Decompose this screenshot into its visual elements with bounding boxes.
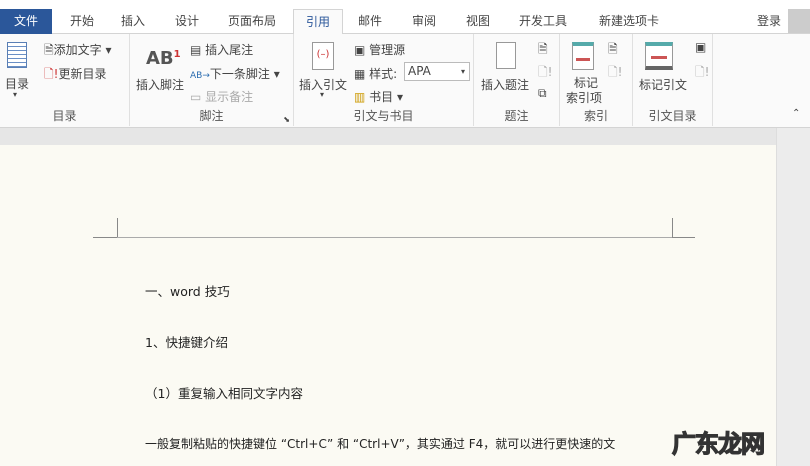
margin-mark (93, 237, 117, 238)
update-index-icon[interactable]: 🗋! (608, 63, 622, 84)
tab-review[interactable]: 审阅 (404, 9, 444, 34)
group-label-citation: 引文与书目 (353, 109, 414, 123)
doc-paragraph: 一般复制粘贴的快捷键位 “Ctrl+C” 和 “Ctrl+V”，其实通过 F4，… (145, 437, 616, 451)
show-notes-icon: ▭ (190, 90, 206, 104)
insert-toa-icon[interactable]: ▣ (695, 40, 706, 54)
tab-references[interactable]: 引用 (293, 9, 343, 35)
add-text-icon: 🗎 (44, 43, 54, 57)
style-select[interactable]: APA ▾ (404, 62, 470, 81)
next-footnote-icon: AB→ (190, 71, 210, 81)
group-label-footnote: 脚注 (199, 109, 224, 123)
show-notes-button[interactable]: ▭ 显示备注 (190, 88, 253, 105)
update-toc-button[interactable]: 🗋!更新目录 (44, 65, 106, 86)
group-toc: 目录 ▾ 🗎添加文字 ▾ 🗋!更新目录 目录 (0, 34, 130, 126)
title-bar (0, 0, 810, 9)
chevron-down-icon: ▾ (460, 67, 465, 76)
group-index: 标记 索引项 🗎 🗋! 索引 (560, 34, 633, 126)
mark-entry-button-line2[interactable]: 索引项 (566, 89, 602, 106)
collapse-ribbon-icon[interactable]: ⌃ (792, 108, 800, 119)
footnote-icon: AB1 (146, 48, 181, 69)
mark-entry-icon (572, 42, 594, 70)
ribbon-tabs: 文件 开始 插入 设计 页面布局 引用 邮件 审阅 视图 开发工具 新建选项卡 … (0, 9, 810, 35)
add-text-label: 添加文字 (53, 43, 102, 57)
manage-sources-icon: ▣ (354, 43, 370, 57)
margin-mark (672, 218, 673, 238)
next-footnote-button[interactable]: AB→下一条脚注 ▾ (190, 65, 280, 82)
update-label: 更新目录 (58, 67, 107, 81)
doc-heading: 一、word 技巧 (145, 284, 230, 299)
avatar[interactable] (788, 9, 810, 33)
mark-citation-icon (645, 42, 673, 70)
watermark-logo: 广东龙网 (671, 429, 765, 458)
tab-layout[interactable]: 页面布局 (218, 9, 286, 34)
tab-new[interactable]: 新建选项卡 (590, 9, 668, 34)
cross-reference-icon[interactable]: ⧉ (538, 86, 547, 101)
chevron-down-icon: ▾ (13, 90, 18, 99)
insert-citation-icon: (–) (312, 42, 334, 70)
tab-mailings[interactable]: 邮件 (348, 9, 392, 34)
tab-design[interactable]: 设计 (162, 9, 212, 34)
login-link[interactable]: 登录 (752, 9, 786, 34)
margin-mark (117, 218, 118, 238)
tab-home[interactable]: 开始 (58, 9, 106, 34)
document-page[interactable]: 一、word 技巧 1、快捷键介绍 （1）重复输入相同文字内容 一般复制粘贴的快… (0, 145, 776, 466)
group-toa: 标记引文 ▣ 🗋! 引文目录 (633, 34, 713, 126)
group-label-caption: 题注 (504, 109, 529, 123)
group-citation: (–) 插入引文 ▾ ▣ 管理源 ▦ 样式: APA ▾ ▥ 书目 ▾ 引文与书目 (294, 34, 474, 126)
endnote-icon: ▤ (190, 43, 206, 57)
margin-mark (672, 237, 695, 238)
header-line (117, 237, 672, 238)
insert-index-icon[interactable]: 🗎 (608, 40, 618, 61)
doc-subheading-2: （1）重复输入相同文字内容 (145, 386, 303, 401)
scrollbar[interactable] (776, 128, 810, 466)
tab-insert[interactable]: 插入 (110, 9, 156, 34)
update-table-icon[interactable]: 🗋! (538, 63, 552, 84)
insert-caption-button[interactable]: 插入题注 (481, 76, 529, 93)
update-icon: 🗋! (44, 67, 59, 81)
manage-sources-button[interactable]: ▣ 管理源 (354, 41, 405, 58)
ribbon: 目录 ▾ 🗎添加文字 ▾ 🗋!更新目录 目录 AB1 插入脚注 ▤ 插入尾注 A… (0, 34, 810, 128)
style-value: APA (408, 64, 431, 78)
style-label: ▦ 样式: (354, 67, 398, 81)
mark-citation-button[interactable]: 标记引文 (639, 76, 687, 93)
group-label-toc: 目录 (52, 109, 77, 123)
group-footnote: AB1 插入脚注 ▤ 插入尾注 AB→下一条脚注 ▾ ▭ 显示备注 ⬊ 脚注 (130, 34, 294, 126)
toc-icon (7, 42, 27, 68)
bibliography-icon: ▥ (354, 90, 370, 104)
update-toa-icon[interactable]: 🗋! (695, 63, 709, 84)
group-caption: 插入题注 🗎 🗋! ⧉ 题注 (474, 34, 560, 126)
insert-table-figures-icon[interactable]: 🗎 (538, 40, 548, 61)
tab-developer[interactable]: 开发工具 (512, 9, 574, 34)
tab-view[interactable]: 视图 (458, 9, 498, 34)
group-label-index: 索引 (583, 109, 608, 123)
style-icon: ▦ (354, 67, 370, 81)
chevron-down-icon: ▾ (320, 90, 325, 99)
group-label-toa: 引文目录 (648, 109, 697, 123)
insert-footnote-button[interactable]: 插入脚注 (136, 76, 184, 93)
tab-file[interactable]: 文件 (0, 9, 52, 34)
add-text-button[interactable]: 🗎添加文字 ▾ (44, 41, 112, 62)
insert-endnote-button[interactable]: ▤ 插入尾注 (190, 41, 253, 58)
bibliography-button[interactable]: ▥ 书目 ▾ (354, 88, 403, 105)
doc-subheading: 1、快捷键介绍 (145, 335, 228, 350)
insert-caption-icon (496, 42, 516, 69)
